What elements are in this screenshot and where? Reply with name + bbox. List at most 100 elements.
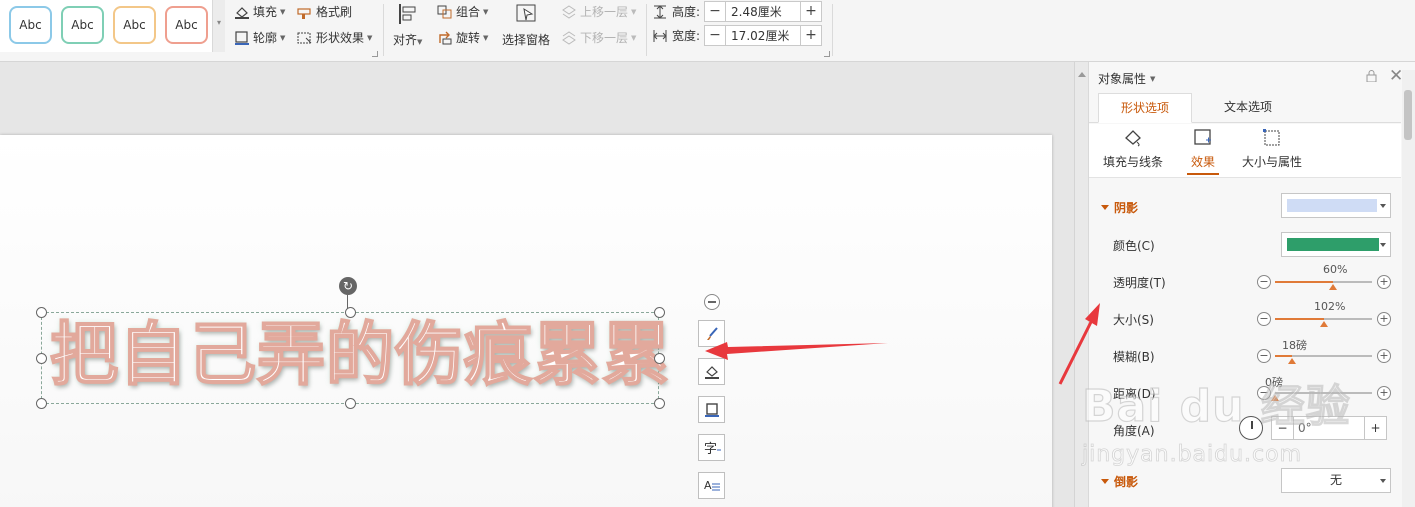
panel-scroll-thumb[interactable] bbox=[1404, 90, 1412, 140]
outline-icon bbox=[704, 402, 719, 417]
height-input[interactable] bbox=[725, 2, 802, 21]
group-icon bbox=[437, 5, 452, 18]
style-preset-2[interactable]: Abc bbox=[61, 6, 104, 44]
resize-handle-top-right[interactable] bbox=[654, 307, 665, 318]
ribbon-divider bbox=[383, 4, 384, 56]
shadow-color-dropdown[interactable] bbox=[1281, 232, 1391, 257]
shape-style-dialog-launcher[interactable] bbox=[372, 51, 378, 57]
subtab-fill-line[interactable]: 填充与线条 bbox=[1103, 128, 1163, 170]
group-button[interactable]: 组合 ▼ bbox=[437, 3, 488, 20]
shadow-section-header[interactable]: 阴影 bbox=[1101, 199, 1138, 216]
selection-pane-button[interactable]: 选择窗格 bbox=[502, 2, 550, 48]
bring-forward-icon bbox=[562, 4, 576, 19]
size-increase-button[interactable]: + bbox=[1377, 312, 1391, 326]
style-preset-1[interactable]: Abc bbox=[9, 6, 52, 44]
transparency-value: 60% bbox=[1323, 263, 1348, 276]
transparency-decrease-button[interactable]: − bbox=[1257, 275, 1271, 289]
chevron-down-icon bbox=[1380, 204, 1386, 208]
wordart-textbox[interactable]: 把自己弄的伤痕累累 bbox=[36, 307, 671, 409]
size-label: 大小(S) bbox=[1113, 313, 1154, 327]
rotate-label: 旋转 bbox=[456, 31, 481, 45]
format-painter-button[interactable]: 格式刷 bbox=[297, 3, 352, 20]
baidu-watermark: Bai du 经验 jingyan.baidu.com bbox=[1081, 370, 1412, 470]
style-brush-button[interactable] bbox=[698, 320, 725, 347]
rotate-button[interactable]: 旋转 ▼ bbox=[437, 29, 488, 46]
scroll-up-arrow[interactable] bbox=[1078, 72, 1086, 77]
width-decrease-button[interactable]: − bbox=[705, 26, 725, 45]
resize-handle-top[interactable] bbox=[345, 307, 356, 318]
height-decrease-button[interactable]: − bbox=[705, 2, 725, 21]
slide-workspace: ↻ 把自己弄的伤痕累累 字 A bbox=[0, 62, 1074, 507]
size-decrease-button[interactable]: − bbox=[1257, 312, 1271, 326]
fill-button[interactable]: 填充 ▼ bbox=[234, 3, 285, 20]
height-label: 高度: bbox=[672, 5, 701, 19]
size-slider[interactable]: − 102% + bbox=[1257, 300, 1392, 329]
panel-tabs: 形状选项 文本选项 bbox=[1089, 93, 1401, 123]
fill-bucket-icon bbox=[235, 6, 249, 19]
shape-effects-label: 形状效果 bbox=[316, 31, 365, 45]
resize-handle-right[interactable] bbox=[654, 353, 665, 364]
resize-handle-bottom-left[interactable] bbox=[36, 398, 47, 409]
size-value: 102% bbox=[1314, 300, 1346, 313]
reflection-value: 无 bbox=[1329, 473, 1342, 487]
ribbon-divider bbox=[832, 4, 833, 56]
width-row: 宽度: − + bbox=[652, 25, 823, 46]
brush-icon bbox=[706, 326, 718, 340]
reflection-dropdown[interactable]: 无 bbox=[1281, 468, 1391, 493]
style-preset-4[interactable]: Abc bbox=[165, 6, 208, 44]
transparency-slider[interactable]: − 60% + bbox=[1257, 263, 1392, 292]
bring-forward-button[interactable]: 上移一层 ▼ bbox=[561, 3, 636, 20]
width-input[interactable] bbox=[725, 26, 802, 45]
align-icon bbox=[398, 4, 416, 24]
width-icon bbox=[653, 29, 667, 42]
size-dialog-launcher[interactable] bbox=[824, 51, 830, 57]
blur-decrease-button[interactable]: − bbox=[1257, 349, 1271, 363]
watermark-brand: Bai du 经验 bbox=[1081, 380, 1351, 432]
shadow-color-label: 颜色(C) bbox=[1113, 239, 1155, 253]
subtab-size-properties[interactable]: 大小与属性 bbox=[1242, 128, 1302, 170]
effects-icon bbox=[1194, 129, 1211, 145]
blur-increase-button[interactable]: + bbox=[1377, 349, 1391, 363]
subtab-fill-line-label: 填充与线条 bbox=[1103, 155, 1164, 169]
align-label: 对齐 bbox=[393, 33, 418, 47]
wordart-quick-button[interactable]: A bbox=[698, 472, 725, 499]
gallery-expand-button[interactable]: ▾ bbox=[212, 0, 225, 52]
resize-handle-bottom-right[interactable] bbox=[654, 398, 665, 409]
shape-effects-button[interactable]: 形状效果 ▼ bbox=[297, 29, 372, 46]
outline-quick-button[interactable] bbox=[698, 396, 725, 423]
style-preset-3[interactable]: Abc bbox=[113, 6, 156, 44]
height-increase-button[interactable]: + bbox=[801, 2, 821, 21]
width-increase-button[interactable]: + bbox=[801, 26, 821, 45]
tab-text-options[interactable]: 文本选项 bbox=[1201, 93, 1295, 123]
transparency-increase-button[interactable]: + bbox=[1377, 275, 1391, 289]
blur-slider[interactable]: − 18磅 + bbox=[1257, 339, 1392, 366]
outline-button[interactable]: 轮廓 ▼ bbox=[234, 29, 285, 46]
fill-quick-button[interactable] bbox=[698, 358, 725, 385]
wordart-text[interactable]: 把自己弄的伤痕累累 bbox=[49, 315, 671, 397]
rotate-handle[interactable]: ↻ bbox=[339, 277, 357, 295]
send-backward-icon bbox=[562, 30, 576, 45]
text-style-quick-button[interactable]: 字 bbox=[698, 434, 725, 461]
shadow-preset-dropdown[interactable] bbox=[1281, 193, 1391, 218]
reflection-section-header[interactable]: 倒影 bbox=[1101, 473, 1138, 490]
shape-style-gallery: Abc Abc Abc Abc ▾ bbox=[0, 0, 225, 52]
transparency-thumb[interactable] bbox=[1329, 284, 1337, 290]
watermark-url: jingyan.baidu.com bbox=[1082, 442, 1303, 468]
blur-thumb[interactable] bbox=[1288, 358, 1296, 364]
size-properties-icon bbox=[1263, 129, 1280, 146]
svg-text:字: 字 bbox=[704, 442, 717, 456]
subtab-effects-label: 效果 bbox=[1190, 155, 1215, 169]
resize-handle-top-left[interactable] bbox=[36, 307, 47, 318]
subtab-effects[interactable]: 效果 bbox=[1187, 128, 1219, 175]
panel-title[interactable]: 对象属性 ▼ bbox=[1098, 70, 1155, 87]
send-backward-button[interactable]: 下移一层 ▼ bbox=[561, 29, 636, 46]
lock-icon[interactable] bbox=[1366, 70, 1377, 82]
size-thumb[interactable] bbox=[1320, 321, 1328, 327]
resize-handle-bottom[interactable] bbox=[345, 398, 356, 409]
resize-handle-left[interactable] bbox=[36, 353, 47, 364]
align-button[interactable]: 对齐▼ bbox=[393, 2, 422, 48]
collapse-toolbar-button[interactable] bbox=[704, 294, 720, 310]
tab-shape-options[interactable]: 形状选项 bbox=[1098, 93, 1192, 123]
text-char-icon: 字 bbox=[704, 442, 721, 456]
selection-pane-label: 选择窗格 bbox=[502, 33, 551, 47]
